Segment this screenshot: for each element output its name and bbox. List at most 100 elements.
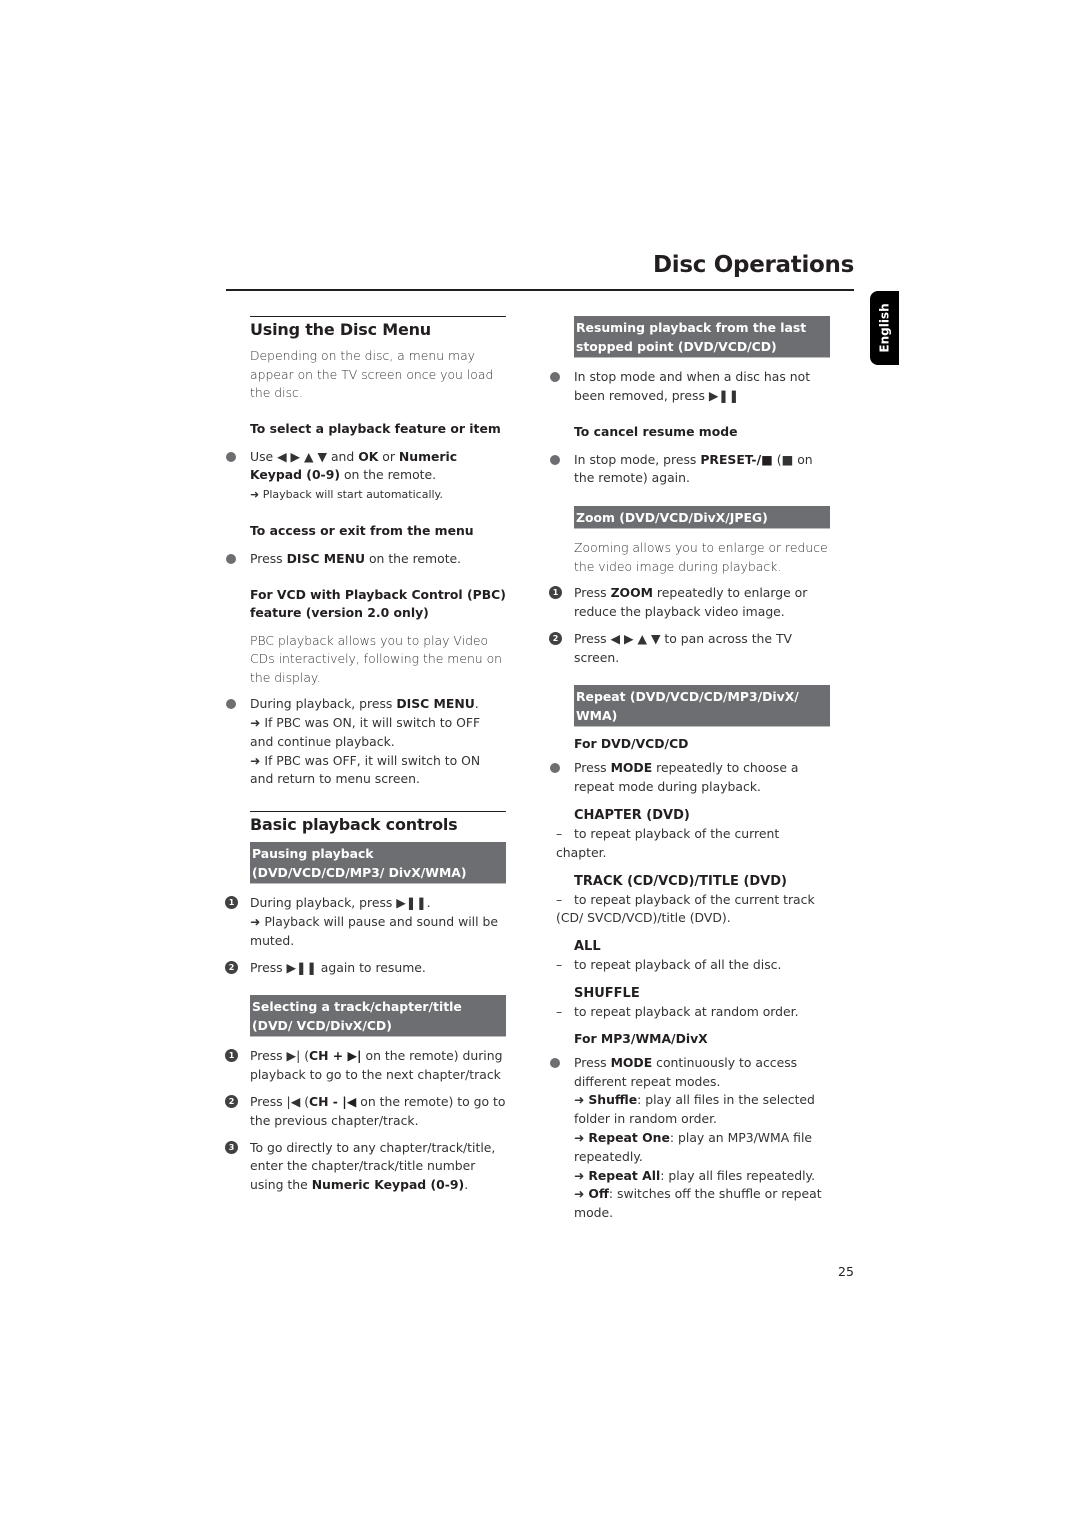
dash-icon: – <box>556 825 563 841</box>
step-number-icon: 1 <box>549 586 562 600</box>
left-column: Using the Disc Menu Depending on the dis… <box>225 316 506 1195</box>
key-label: MODE <box>610 1054 653 1070</box>
list-item: In stop mode and when a disc has not bee… <box>550 368 830 406</box>
text: Press <box>574 1054 611 1070</box>
step-number-icon: 2 <box>549 631 562 645</box>
key-label: OK <box>358 448 379 464</box>
key-label: ZOOM <box>610 585 653 601</box>
repeat-mode-name: ALL <box>574 939 601 955</box>
option-name: Shuffle <box>588 1092 638 1108</box>
step-number-icon: 1 <box>225 896 238 910</box>
option-name: Repeat One <box>588 1129 670 1145</box>
dash-icon: – <box>556 891 563 907</box>
key-label: PRESET-/■ <box>700 451 773 467</box>
bar-heading-repeat: Repeat (DVD/VCD/CD/MP3/DivX/ WMA) <box>574 685 830 728</box>
text: to repeat playback of the current chapte… <box>556 825 780 860</box>
repeat-mode-name: CHAPTER (DVD) <box>574 807 690 823</box>
step-item: 2 Press |◀ (CH - |◀ on the remote) to go… <box>225 1093 506 1131</box>
text: Press <box>574 585 611 601</box>
pbc-intro: PBC playback allows you to play Video CD… <box>250 632 503 685</box>
repeat-option: ➜ Repeat All: play all files repeatedly. <box>574 1167 830 1186</box>
page-number: 25 <box>838 1264 854 1279</box>
section-heading-basic-playback: Basic playback controls <box>250 811 506 834</box>
bullet-icon <box>226 553 236 564</box>
page-title: Disc Operations <box>652 252 854 278</box>
text: During playback, press ▶❚❚. <box>250 895 431 911</box>
list-item: Press MODE repeatedly to choose a repeat… <box>550 759 830 797</box>
repeat-modes-list: CHAPTER (DVD) – to repeat playback of the … <box>550 807 830 1022</box>
bar-heading-selecting: Selecting a track/chapter/title (DVD/ VC… <box>250 995 506 1038</box>
text: Press ◀ ▶ ▲ ▼ to pan across the TV scree… <box>574 630 793 665</box>
text: Press <box>250 550 287 566</box>
text: to repeat playback of the current track … <box>556 891 815 926</box>
subheading-dvd-vcd-cd: For DVD/VCD/CD <box>574 736 689 752</box>
language-tab: English <box>870 291 899 365</box>
bar-heading-pausing: Pausing playback (DVD/VCD/CD/MP3/ DivX/W… <box>250 842 506 885</box>
bullet-icon <box>550 763 560 774</box>
text: Press ▶| ( <box>250 1048 310 1064</box>
text: In stop mode and when a disc has not bee… <box>574 369 811 403</box>
arrow-icon: ➜ <box>574 1186 589 1202</box>
zoom-intro: Zooming allows you to enlarge or reduce … <box>574 540 828 574</box>
bar-heading-zoom: Zoom (DVD/VCD/DivX/JPEG) <box>574 506 830 530</box>
step-item: 2 Press ◀ ▶ ▲ ▼ to pan across the TV scr… <box>549 630 830 668</box>
text: or <box>378 448 399 464</box>
subheading-cancel-resume: To cancel resume mode <box>574 423 738 439</box>
key-label: DISC MENU <box>286 550 366 566</box>
repeat-option: ➜ Off: switches off the shuffle or repea… <box>574 1185 830 1223</box>
repeat-option: ➜ Shuffle: play all files in the selecte… <box>574 1091 830 1129</box>
bullet-icon <box>226 451 236 462</box>
option-name: Repeat All <box>588 1167 661 1183</box>
key-label: CH - |◀ <box>309 1093 357 1109</box>
list-item: Use ◀ ▶ ▲ ▼ and OK or Numeric Keypad (0-… <box>226 448 506 505</box>
repeat-mode-name: TRACK (CD/VCD)/TITLE (DVD) <box>574 873 787 889</box>
step-number-icon: 2 <box>225 1094 238 1108</box>
key-label: Numeric Keypad (0-9) <box>311 1177 465 1193</box>
result-text: ➜ If PBC was ON, it will switch to OFF a… <box>250 714 481 749</box>
key-label: CH + ▶| <box>309 1048 362 1064</box>
text: . <box>474 696 479 712</box>
option-desc: : switches off the shuffle or repeat mod… <box>574 1186 822 1221</box>
repeat-mode-desc: – to repeat playback of the current track… <box>556 891 830 929</box>
option-desc: : play all files repeatedly. <box>660 1167 816 1183</box>
bar-heading-resume: Resuming playback from the last stopped … <box>574 316 830 358</box>
text: Press <box>574 760 611 776</box>
result-text: ➜ Playback will start automatically. <box>250 488 443 502</box>
right-column: Resuming playback from the last stopped … <box>549 316 830 1223</box>
step-item: 3 To go directly to any chapter/track/ti… <box>225 1139 506 1195</box>
list-item: During playback, press DISC MENU. ➜ If P… <box>226 695 506 789</box>
option-name: Off <box>588 1186 609 1202</box>
step-item: 1 Press ▶| (CH + ▶| on the remote) durin… <box>225 1047 506 1085</box>
text: During playback, press <box>250 696 397 712</box>
text: on the remote. <box>365 550 462 566</box>
language-tab-label: English <box>877 303 892 353</box>
result-text: ➜ If PBC was OFF, it will switch to ON a… <box>250 752 481 787</box>
key-label: DISC MENU <box>396 696 475 712</box>
text: Press |◀ ( <box>250 1093 310 1109</box>
subheading-mp3-wma-divx: For MP3/WMA/DivX <box>574 1030 708 1046</box>
step-number-icon: 2 <box>225 960 238 974</box>
step-number-icon: 3 <box>225 1140 238 1154</box>
repeat-options-list: ➜ Shuffle: play all files in the selecte… <box>574 1091 830 1223</box>
text: In stop mode, press <box>574 451 701 467</box>
dash-icon: – <box>556 1003 563 1019</box>
text: Press ▶❚❚ again to resume. <box>250 959 426 975</box>
text: Use ◀ ▶ ▲ ▼ and <box>250 448 359 464</box>
repeat-mode-desc: – to repeat playback of all the disc. <box>556 956 830 975</box>
text: to repeat playback at random order. <box>574 1003 799 1019</box>
repeat-mode-desc: – to repeat playback of the current chapt… <box>556 825 830 863</box>
subheading-access-menu: To access or exit from the menu <box>250 522 474 538</box>
bullet-icon <box>550 1057 560 1068</box>
text: . <box>464 1177 469 1193</box>
bullet-icon <box>226 699 236 710</box>
step-item: 2 Press ▶❚❚ again to resume. <box>225 959 506 978</box>
repeat-mode-desc: – to repeat playback at random order. <box>556 1003 830 1022</box>
subheading-pbc: For VCD with Playback Control (PBC) feat… <box>250 586 506 620</box>
step-number-icon: 1 <box>225 1049 238 1063</box>
list-item: Press DISC MENU on the remote. <box>226 550 506 569</box>
repeat-option: ➜ Repeat One: play an MP3/WMA file repea… <box>574 1129 830 1167</box>
subheading-select-feature: To select a playback feature or item <box>250 420 501 436</box>
list-item: In stop mode, press PRESET-/■ (■ on the … <box>550 451 830 489</box>
bullet-icon <box>550 454 560 465</box>
title-rule <box>226 289 854 291</box>
